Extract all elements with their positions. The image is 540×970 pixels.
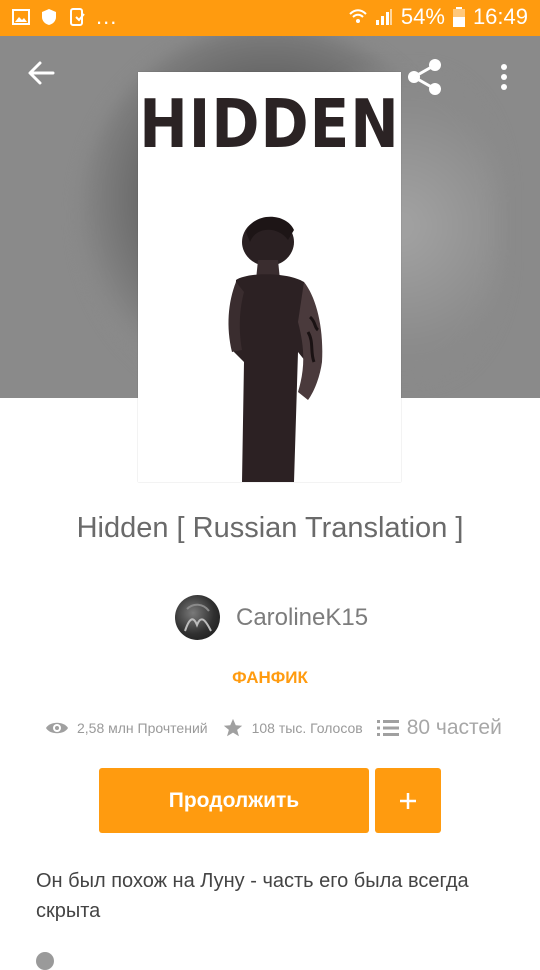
battery-icon (452, 7, 465, 27)
reads-stat: 2,58 млн Прочтений (45, 720, 208, 736)
share-button[interactable] (402, 54, 448, 100)
author-link[interactable]: CarolineK15 (175, 595, 368, 640)
plus-icon (400, 792, 416, 809)
phone-notification-icon (70, 8, 85, 26)
status-bar-right: 54% 16:49 (349, 4, 528, 30)
star-icon (223, 718, 242, 737)
battery-percent: 54% (400, 4, 445, 29)
back-arrow-icon (28, 61, 55, 85)
status-bar: ... 54% 16:49 (0, 0, 540, 36)
votes-stat: 108 тыс. Голосов (222, 717, 363, 739)
story-title: Hidden [ Russian Translation ] (76, 512, 464, 544)
shield-icon (42, 9, 56, 25)
story-stats: 2,58 млн Прочтений 108 тыс. Голосов 80 ч… (45, 716, 502, 740)
reads-count: 2,58 млн Прочтений (77, 720, 208, 736)
more-vert-icon (501, 64, 507, 90)
votes-count: 108 тыс. Голосов (251, 720, 363, 736)
cover-illustration (228, 216, 323, 482)
story-description: Он был похож на Луну - часть его была вс… (36, 870, 469, 922)
add-to-library-button[interactable] (375, 768, 441, 833)
continue-reading-button[interactable]: Продолжить (99, 768, 369, 833)
more-notifications: ... (96, 4, 118, 29)
info-icon (36, 952, 54, 970)
clock: 16:49 (472, 4, 528, 29)
cover-title: HIDDEN (139, 84, 400, 164)
author-name[interactable]: CarolineK15 (236, 604, 368, 632)
list-icon (376, 720, 399, 736)
share-icon (408, 59, 441, 95)
eye-icon (46, 722, 68, 734)
parts-count: 80 частей (406, 716, 502, 739)
image-notification-icon (12, 9, 30, 25)
status-bar-left: ... (12, 4, 118, 29)
more-options-button[interactable] (486, 54, 522, 100)
parts-stat[interactable]: 80 частей (376, 716, 502, 740)
avatar-image (184, 603, 212, 632)
book-cover[interactable]: HIDDEN (138, 72, 401, 482)
avatar[interactable] (175, 595, 220, 640)
signal-icon (375, 9, 392, 25)
wifi-icon (349, 9, 367, 23)
back-button[interactable] (18, 50, 64, 96)
category-label[interactable]: ФАНФИК (0, 668, 540, 688)
